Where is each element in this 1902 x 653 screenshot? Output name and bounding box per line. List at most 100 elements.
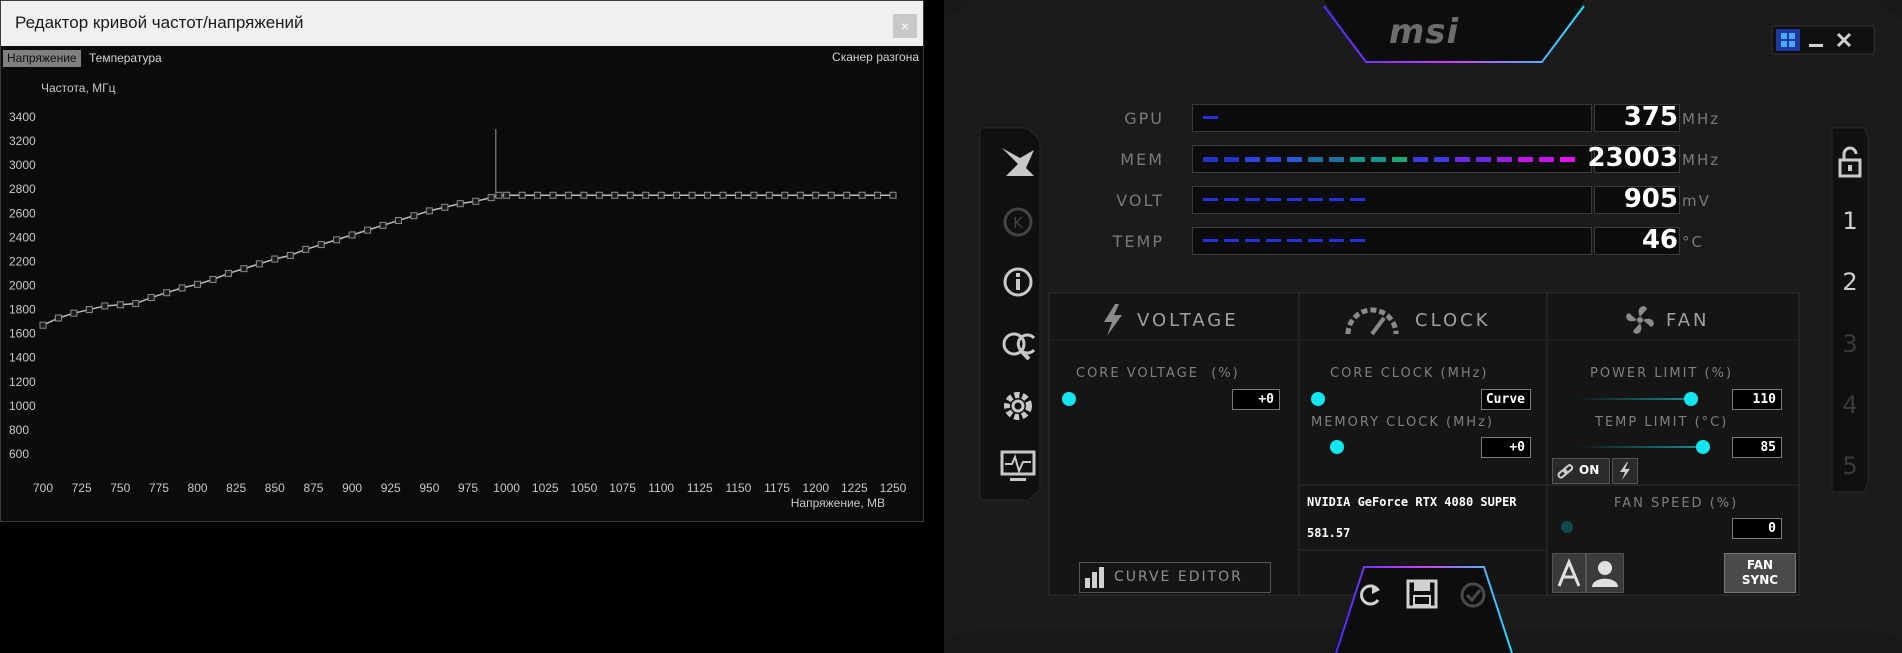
minimize-icon[interactable]	[1804, 29, 1828, 51]
core-voltage-input[interactable]: +0	[1232, 389, 1280, 410]
fan-speed-slider[interactable]	[1561, 521, 1573, 533]
vf-point[interactable]	[441, 203, 449, 211]
vf-point[interactable]	[580, 191, 588, 199]
vf-point[interactable]	[302, 245, 310, 253]
vf-point[interactable]	[688, 191, 696, 199]
temp-limit-input[interactable]: 85	[1732, 437, 1782, 458]
vf-curve-chart[interactable]: Частота, МГц Напряжение, МВ 700 725 750 775…	[1, 70, 923, 520]
vf-point[interactable]	[812, 191, 820, 199]
vf-curve-line[interactable]	[42, 194, 893, 326]
curve-editor-button[interactable]: CURVE EDITOR	[1079, 562, 1271, 593]
power-limit-slider[interactable]	[1684, 392, 1698, 406]
apply-icon[interactable]	[1458, 580, 1488, 610]
fan-speed-input[interactable]: 0	[1732, 518, 1782, 539]
vf-point[interactable]	[333, 236, 341, 244]
tab-temperature[interactable]: Температура	[85, 50, 166, 67]
vf-point[interactable]	[889, 191, 897, 199]
vf-point[interactable]	[364, 226, 372, 234]
vf-point[interactable]	[101, 302, 109, 310]
user-fan-button[interactable]	[1586, 553, 1624, 593]
curve-editor-titlebar[interactable]: Редактор кривой частот/напряжений ×	[1, 1, 923, 46]
vf-point[interactable]	[85, 306, 93, 314]
info-icon[interactable]	[996, 260, 1040, 304]
vf-point[interactable]	[472, 197, 480, 205]
vf-point[interactable]	[379, 221, 387, 229]
vf-point[interactable]	[456, 200, 464, 208]
profile-1[interactable]: 1	[1828, 207, 1872, 235]
kombustor-icon[interactable]: K	[996, 200, 1040, 244]
vf-point[interactable]	[657, 191, 665, 199]
vf-point[interactable]	[286, 251, 294, 259]
fan-sync-button[interactable]: FAN SYNC	[1724, 553, 1796, 593]
msi-dragon-icon[interactable]	[996, 140, 1040, 184]
auto-boost-icon[interactable]	[1612, 458, 1638, 484]
vf-point[interactable]	[704, 191, 712, 199]
oc-scanner-icon[interactable]	[996, 322, 1040, 366]
vf-point[interactable]	[410, 212, 418, 220]
vf-point[interactable]	[394, 217, 402, 225]
vf-point[interactable]	[271, 255, 279, 263]
profile-4[interactable]: 4	[1828, 391, 1872, 419]
profile-3[interactable]: 3	[1828, 330, 1872, 358]
vf-point[interactable]	[796, 191, 804, 199]
vf-point[interactable]	[549, 191, 557, 199]
vf-point[interactable]	[255, 260, 263, 268]
power-limit-input[interactable]: 110	[1732, 389, 1782, 410]
vf-point[interactable]	[317, 241, 325, 249]
link-toggle[interactable]: ON	[1552, 458, 1610, 484]
save-icon[interactable]	[1405, 578, 1439, 610]
vf-point[interactable]	[194, 280, 202, 288]
vf-point[interactable]	[564, 191, 572, 199]
reset-icon[interactable]	[1356, 580, 1386, 610]
vf-point[interactable]	[425, 207, 433, 215]
vf-point[interactable]	[178, 284, 186, 292]
vf-point[interactable]	[843, 191, 851, 199]
vf-point[interactable]	[734, 191, 742, 199]
lock-icon[interactable]	[1828, 140, 1872, 184]
vf-point[interactable]	[611, 191, 619, 199]
vf-point[interactable]	[70, 309, 78, 317]
vf-point[interactable]	[348, 231, 356, 239]
vf-point[interactable]	[147, 294, 155, 302]
vf-point[interactable]	[54, 314, 62, 322]
monitor-icon[interactable]	[996, 444, 1040, 488]
vf-point[interactable]	[765, 191, 773, 199]
vf-point[interactable]	[719, 191, 727, 199]
vf-point[interactable]	[39, 321, 47, 329]
profile-5[interactable]: 5	[1828, 452, 1872, 480]
vf-point[interactable]	[874, 191, 882, 199]
vf-point[interactable]	[673, 191, 681, 199]
vf-point[interactable]	[503, 191, 511, 199]
vf-point[interactable]	[116, 301, 124, 309]
vf-point[interactable]	[240, 265, 248, 273]
vf-point[interactable]	[209, 275, 217, 283]
vf-point[interactable]	[224, 269, 232, 277]
settings-icon[interactable]	[996, 384, 1040, 428]
vf-point[interactable]	[534, 191, 542, 199]
temp-limit-slider[interactable]	[1696, 440, 1710, 454]
core-clock-input[interactable]: Curve	[1481, 389, 1531, 410]
vf-point[interactable]	[132, 300, 140, 308]
profile-2[interactable]: 2	[1828, 268, 1872, 296]
memory-clock-slider[interactable]	[1330, 440, 1344, 454]
tab-voltage[interactable]: Напряжение	[3, 50, 81, 67]
auto-fan-button[interactable]	[1552, 553, 1586, 593]
windows-icon[interactable]	[1776, 29, 1800, 51]
memory-clock-input[interactable]: +0	[1481, 437, 1531, 458]
vf-point[interactable]	[487, 194, 495, 202]
vf-point[interactable]	[595, 191, 603, 199]
vf-point[interactable]	[642, 191, 650, 199]
vf-point[interactable]	[518, 191, 526, 199]
vf-point[interactable]	[626, 191, 634, 199]
close-icon[interactable]	[1832, 29, 1856, 51]
close-button[interactable]: ×	[893, 14, 917, 38]
core-clock-slider[interactable]	[1311, 392, 1325, 406]
vf-point[interactable]	[858, 191, 866, 199]
oc-scanner-link[interactable]: Сканер разгона	[832, 50, 919, 64]
vf-point[interactable]	[163, 289, 171, 297]
vf-point[interactable]	[827, 191, 835, 199]
vf-point[interactable]	[750, 191, 758, 199]
vf-point[interactable]	[781, 191, 789, 199]
core-voltage-slider[interactable]	[1062, 392, 1076, 406]
vf-point[interactable]	[495, 191, 503, 199]
